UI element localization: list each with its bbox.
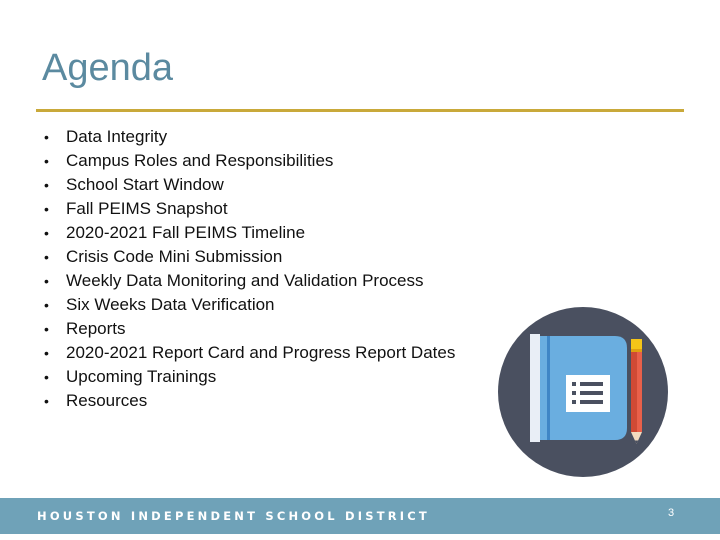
notebook-pencil-icon (498, 307, 668, 477)
agenda-item-label: School Start Window (66, 175, 224, 194)
title-divider (36, 109, 684, 112)
agenda-item-label: Reports (66, 319, 126, 338)
label-line (580, 400, 603, 404)
label-bullet (572, 382, 576, 386)
agenda-item-label: 2020-2021 Fall PEIMS Timeline (66, 223, 306, 242)
agenda-item: • 2020-2021 Report Card and Progress Repo… (44, 341, 455, 365)
label-bullet (572, 391, 576, 395)
bullet: • (44, 177, 49, 193)
agenda-item: • Six Weeks Data Verification (44, 293, 455, 317)
notebook-spine-line (547, 336, 550, 440)
agenda-item-label: Data Integrity (66, 127, 168, 146)
agenda-item: • School Start Window (44, 173, 455, 197)
agenda-item-label: Weekly Data Monitoring and Validation Pr… (66, 271, 424, 290)
agenda-item-label: Resources (66, 391, 148, 410)
bullet: • (44, 153, 49, 169)
pencil-ferrule (631, 349, 642, 352)
label-line (580, 382, 603, 386)
agenda-item-label: Fall PEIMS Snapshot (66, 199, 228, 218)
agenda-item-label: Six Weeks Data Verification (66, 295, 275, 314)
agenda-item: • Reports (44, 317, 455, 341)
page-number: 3 (668, 507, 675, 519)
bullet: • (44, 201, 49, 217)
bullet: • (44, 321, 49, 337)
organization-name: HOUSTON INDEPENDENT SCHOOL DISTRICT (37, 509, 430, 523)
bullet: • (44, 273, 49, 289)
slide-title: Agenda (42, 47, 174, 89)
agenda-item: • Crisis Code Mini Submission (44, 245, 455, 269)
agenda-item: • Data Integrity (44, 125, 455, 149)
agenda-item: • Resources (44, 389, 455, 413)
agenda-item: • Upcoming Trainings (44, 365, 455, 389)
bullet: • (44, 249, 49, 265)
agenda-list: • Data Integrity • Campus Roles and Respon… (44, 125, 455, 413)
bullet: • (44, 129, 49, 145)
agenda-item-label: Crisis Code Mini Submission (66, 247, 283, 266)
footer-band: HOUSTON INDEPENDENT SCHOOL DISTRICT 3 (0, 498, 720, 534)
bullet: • (44, 345, 49, 361)
pencil-eraser (631, 339, 642, 349)
label-line (580, 391, 603, 395)
bullet: • (44, 297, 49, 313)
agenda-item-label: 2020-2021 Report Card and Progress Repor… (66, 343, 456, 362)
agenda-item-label: Campus Roles and Responsibilities (66, 151, 334, 170)
bullet: • (44, 369, 49, 385)
agenda-item: • Campus Roles and Responsibilities (44, 149, 455, 173)
pencil-body-highlight (637, 352, 642, 432)
notebook-pages-edge (530, 334, 540, 442)
agenda-item-label: Upcoming Trainings (66, 367, 217, 386)
bullet: • (44, 225, 49, 241)
agenda-item: • 2020-2021 Fall PEIMS Timeline (44, 221, 455, 245)
agenda-item: • Weekly Data Monitoring and Validation P… (44, 269, 455, 293)
bullet: • (44, 393, 49, 409)
agenda-item: • Fall PEIMS Snapshot (44, 197, 455, 221)
label-bullet (572, 400, 576, 404)
